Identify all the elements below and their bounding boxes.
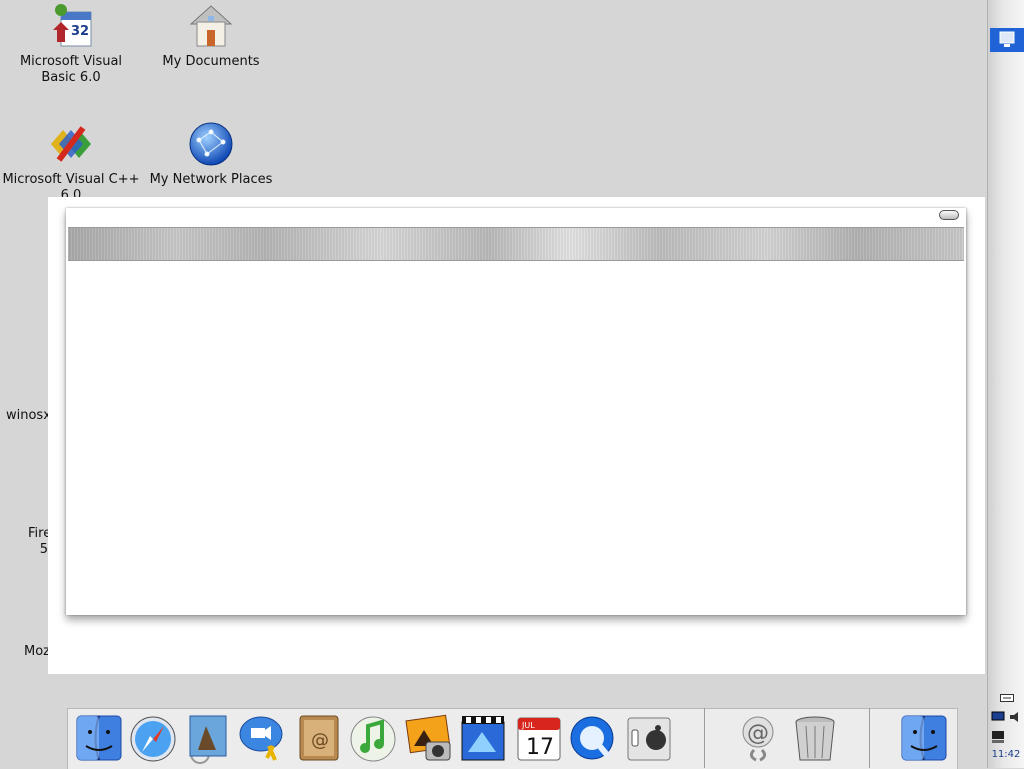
dock-item-address-book[interactable]: @ [294, 712, 344, 764]
desktop-icon-label-clipped[interactable]: Moz [24, 644, 50, 660]
svg-text:JUL: JUL [521, 721, 535, 730]
svg-text:@: @ [311, 730, 329, 751]
window-toolbar[interactable] [68, 227, 964, 261]
address-book-icon: @ [299, 715, 339, 761]
finder-icon [76, 715, 122, 761]
dock-item-imovie[interactable] [458, 712, 508, 764]
ical-icon: JUL 17 [517, 717, 561, 761]
finder-icon [901, 715, 947, 761]
computer-icon [999, 31, 1015, 47]
svg-text:@: @ [747, 721, 769, 746]
iphoto-icon [405, 714, 451, 761]
desktop-icon-label: Microsoft Visual Basic 6.0 [19, 54, 123, 85]
system-preferences-icon [627, 717, 671, 761]
dock-separator [704, 708, 705, 768]
dock-item-ichat[interactable] [237, 712, 287, 764]
dock-item-finder[interactable] [74, 712, 124, 764]
sidebar-active-item[interactable] [990, 28, 1024, 52]
desktop-icon-label-clipped[interactable]: winosx [6, 408, 51, 424]
dock-separator [869, 708, 870, 768]
dock-item-ical[interactable]: JUL 17 [514, 712, 564, 764]
safari-icon [130, 716, 176, 762]
home-folder-icon [187, 2, 235, 50]
desktop-icon-label: My Network Places [149, 172, 273, 187]
ichat-icon [239, 716, 283, 761]
desktop-icon-my-documents[interactable]: My Documents [141, 2, 281, 70]
dock-item-mail-at[interactable]: @ [734, 712, 784, 764]
dock-item-mail[interactable] [182, 712, 232, 764]
desktop-icon-label-clipped[interactable]: Fire 5 [28, 526, 51, 558]
dock-item-trash[interactable] [790, 712, 840, 764]
dock-item-quicktime[interactable] [568, 712, 618, 764]
svg-text:32: 32 [71, 24, 89, 39]
minimize-button[interactable] [939, 210, 959, 220]
dock-item-finder-2[interactable] [899, 712, 949, 764]
network-globe-icon [187, 120, 235, 168]
mail-icon [189, 715, 227, 764]
imovie-icon [461, 716, 505, 761]
quicktime-icon [570, 716, 614, 760]
network-icon[interactable] [991, 730, 1005, 747]
dock-item-iphoto[interactable] [404, 712, 454, 764]
desktop-icon-label: My Documents [162, 54, 260, 69]
visual-basic-icon: 32 [47, 2, 95, 50]
itunes-icon [350, 716, 396, 762]
desktop-icon-visual-basic[interactable]: 32 Microsoft Visual Basic 6.0 [1, 2, 141, 86]
calendar-date: 17 [526, 735, 554, 760]
dock-item-itunes[interactable] [348, 712, 398, 764]
volume-icon[interactable] [1008, 711, 1022, 726]
desktop-icon-network-places[interactable]: My Network Places [141, 120, 281, 188]
dock-item-system-preferences[interactable] [624, 712, 674, 764]
clock[interactable]: 11:42 [988, 749, 1024, 760]
mail-at-icon: @ [742, 716, 774, 762]
desktop-icon-visual-cpp[interactable]: Microsoft Visual C++ 6.0 [1, 120, 141, 204]
display-icon[interactable] [991, 711, 1005, 726]
app-window[interactable] [66, 208, 966, 615]
visual-cpp-icon [47, 120, 95, 168]
trash-icon [795, 716, 835, 761]
dock-item-safari[interactable] [128, 712, 178, 764]
keyboard-icon[interactable] [1000, 693, 1014, 706]
right-sidebar: 11:42 [987, 0, 1024, 768]
